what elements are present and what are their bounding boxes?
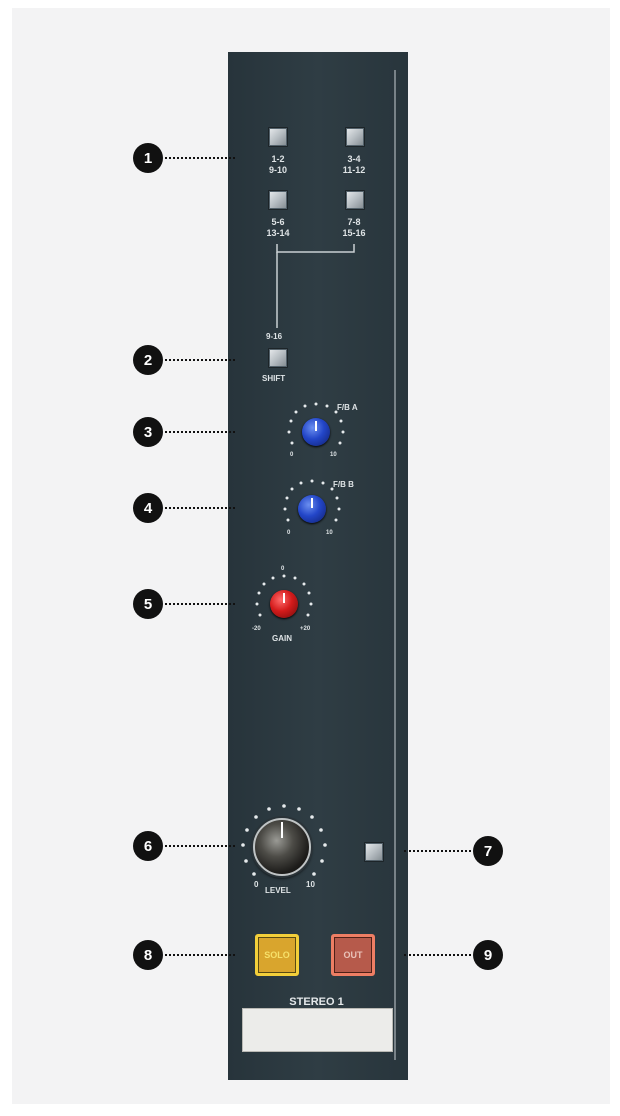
level-label: LEVEL: [265, 886, 291, 895]
out-button[interactable]: OUT: [331, 934, 375, 976]
leader-line-4: [165, 507, 235, 509]
fb-a-max-label: 10: [330, 452, 337, 458]
leader-line-3: [165, 431, 235, 433]
shift-label: SHIFT: [262, 374, 286, 383]
callout-3: 3: [133, 417, 163, 447]
fb-a-min-label: 0: [290, 452, 294, 458]
fb-b-label: F/B B: [333, 480, 354, 489]
callout-7: 7: [473, 836, 503, 866]
fb-b-knob[interactable]: [298, 495, 326, 523]
callout-5: 5: [133, 589, 163, 619]
fb-b-max-label: 10: [326, 530, 333, 536]
scribble-strip: [242, 1008, 393, 1052]
knob-pointer: [281, 822, 283, 838]
pfl-button[interactable]: [364, 842, 384, 862]
solo-button[interactable]: SOLO: [255, 934, 299, 976]
callout-8: 8: [133, 940, 163, 970]
gain-label: GAIN: [272, 634, 292, 643]
knob-pointer: [315, 421, 317, 431]
leader-line-8: [165, 954, 235, 956]
knob-pointer: [283, 593, 285, 603]
shift-button[interactable]: [268, 348, 288, 368]
leader-line-2: [165, 359, 235, 361]
gain-max-label: +20: [300, 626, 311, 632]
gain-top-label: 0: [281, 566, 285, 572]
leader-line-6: [165, 845, 235, 847]
callout-9: 9: [473, 940, 503, 970]
group-bracket-lines: [276, 244, 355, 328]
callout-4: 4: [133, 493, 163, 523]
level-min-label: 0: [254, 880, 259, 889]
gain-knob[interactable]: [270, 590, 298, 618]
leader-line-1: [165, 157, 235, 159]
callout-6: 6: [133, 831, 163, 861]
level-knob[interactable]: [253, 818, 311, 876]
callout-1: 1: [133, 143, 163, 173]
diagram-stage: 1-2 9-10 3-4 11-12 5-6 13-14 7-8 15-16 9…: [0, 0, 620, 1116]
leader-line-7: [404, 850, 471, 852]
fb-b-min-label: 0: [287, 530, 291, 536]
leader-line-5: [165, 603, 235, 605]
gain-min-label: -20: [252, 626, 261, 632]
knob-pointer: [311, 498, 313, 508]
fb-a-knob[interactable]: [302, 418, 330, 446]
shift-top-label: 9-16: [266, 332, 283, 341]
leader-line-9: [404, 954, 471, 956]
callout-2: 2: [133, 345, 163, 375]
level-max-label: 10: [306, 880, 315, 889]
channel-title: STEREO 1: [289, 996, 344, 1008]
fb-a-label: F/B A: [337, 403, 358, 412]
